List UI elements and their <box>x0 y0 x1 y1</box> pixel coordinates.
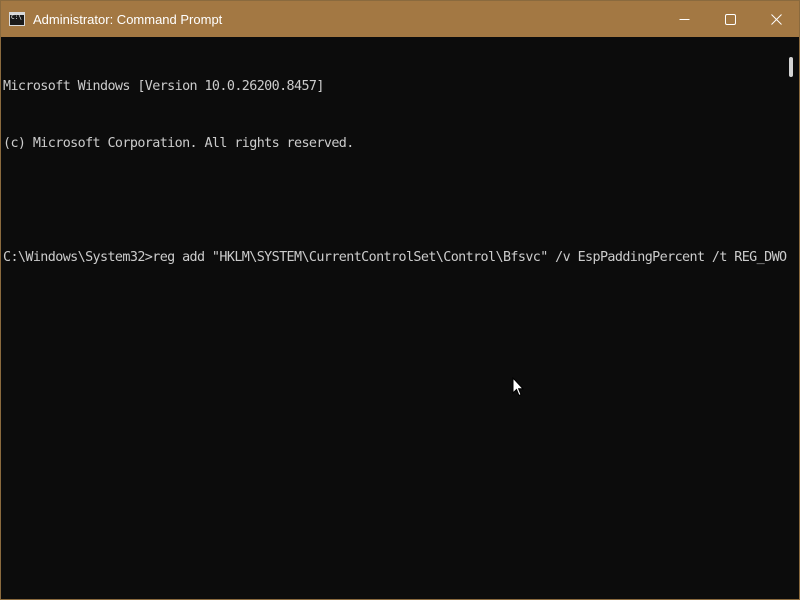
mouse-pointer-icon <box>512 377 524 397</box>
close-button[interactable] <box>753 1 799 37</box>
vertical-scrollbar[interactable] <box>785 37 799 599</box>
command-prompt-window: Administrator: Command Prompt Microsof <box>0 0 800 600</box>
scrollbar-thumb[interactable] <box>789 57 793 77</box>
maximize-icon <box>724 13 736 25</box>
console-line: (c) Microsoft Corporation. All rights re… <box>3 136 354 151</box>
console-line: Microsoft Windows [Version 10.0.26200.84… <box>3 79 324 94</box>
title-bar[interactable]: Administrator: Command Prompt <box>1 1 799 37</box>
minimize-icon <box>679 18 689 20</box>
command-prompt-icon[interactable] <box>9 12 25 26</box>
caption-buttons <box>661 1 799 37</box>
command-line[interactable]: C:\Windows\System32>reg add "HKLM\SYSTEM… <box>3 248 787 267</box>
minimize-button[interactable] <box>661 1 707 37</box>
maximize-button[interactable] <box>707 1 753 37</box>
window-title: Administrator: Command Prompt <box>33 11 223 27</box>
console-output[interactable]: Microsoft Windows [Version 10.0.26200.84… <box>1 37 787 599</box>
close-icon <box>770 13 782 25</box>
